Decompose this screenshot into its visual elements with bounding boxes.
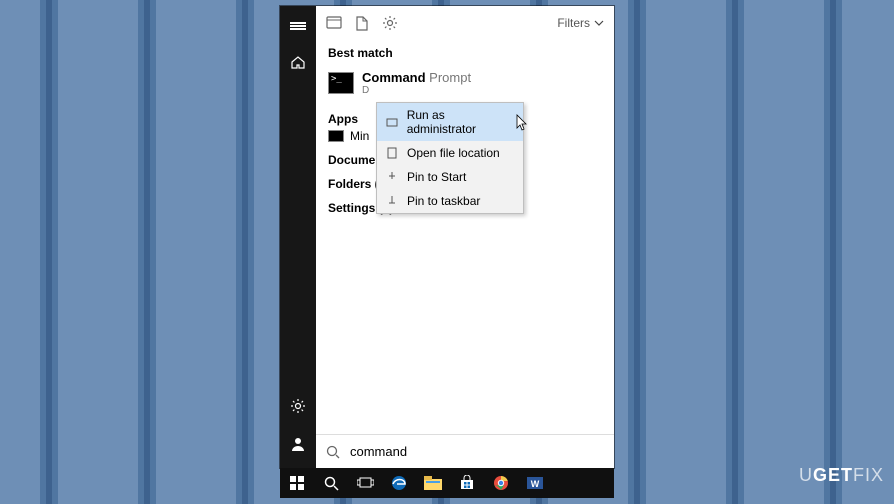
pin-start-icon bbox=[385, 170, 399, 184]
admin-shield-icon bbox=[385, 115, 399, 129]
documents-filter-icon[interactable] bbox=[356, 16, 368, 31]
best-match-subtitle: D bbox=[362, 85, 471, 96]
taskbar-explorer-icon[interactable] bbox=[418, 469, 448, 497]
gear-icon[interactable] bbox=[284, 392, 312, 420]
taskbar-search-icon[interactable] bbox=[316, 469, 346, 497]
cmd-icon bbox=[328, 72, 354, 94]
taskbar: W bbox=[280, 468, 614, 498]
search-box[interactable] bbox=[316, 434, 614, 468]
menu-pin-to-taskbar[interactable]: Pin to taskbar bbox=[377, 189, 523, 213]
folder-icon bbox=[385, 146, 399, 160]
start-search-panel: Filters Best match Command Prompt D Apps… bbox=[280, 6, 614, 468]
section-best-match: Best match bbox=[316, 40, 614, 66]
search-icon bbox=[326, 445, 340, 459]
pin-taskbar-icon bbox=[385, 194, 399, 208]
chevron-down-icon bbox=[594, 20, 604, 26]
taskbar-edge-icon[interactable] bbox=[384, 469, 414, 497]
best-match-title: Command Prompt bbox=[362, 70, 471, 85]
taskbar-taskview-icon[interactable] bbox=[350, 469, 380, 497]
filters-label: Filters bbox=[557, 16, 590, 30]
menu-run-as-admin[interactable]: Run as administrator bbox=[377, 103, 523, 141]
context-menu: Run as administrator Open file location … bbox=[376, 102, 524, 214]
menu-item-label: Pin to Start bbox=[407, 170, 466, 184]
settings-filter-icon[interactable] bbox=[382, 15, 398, 31]
home-icon[interactable] bbox=[284, 48, 312, 76]
search-input[interactable] bbox=[348, 443, 604, 460]
menu-item-label: Open file location bbox=[407, 146, 500, 160]
menu-pin-to-start[interactable]: Pin to Start bbox=[377, 165, 523, 189]
taskbar-store-icon[interactable] bbox=[452, 469, 482, 497]
search-content: Filters Best match Command Prompt D Apps… bbox=[316, 6, 614, 468]
apps-filter-icon[interactable] bbox=[326, 16, 342, 30]
apps-result-label: Min bbox=[350, 129, 369, 143]
best-match-result[interactable]: Command Prompt D bbox=[316, 66, 614, 102]
taskbar-chrome-icon[interactable] bbox=[486, 469, 516, 497]
svg-text:W: W bbox=[531, 479, 540, 489]
taskbar-word-icon[interactable]: W bbox=[520, 469, 550, 497]
filters-button[interactable]: Filters bbox=[557, 16, 604, 30]
cmd-small-icon bbox=[328, 130, 344, 142]
menu-item-label: Pin to taskbar bbox=[407, 194, 480, 208]
search-toolbar: Filters bbox=[316, 6, 614, 40]
start-button[interactable] bbox=[282, 469, 312, 497]
user-icon[interactable] bbox=[284, 430, 312, 458]
start-rail bbox=[280, 6, 316, 468]
hamburger-icon[interactable] bbox=[284, 12, 312, 40]
menu-open-file-location[interactable]: Open file location bbox=[377, 141, 523, 165]
menu-item-label: Run as administrator bbox=[407, 108, 515, 136]
